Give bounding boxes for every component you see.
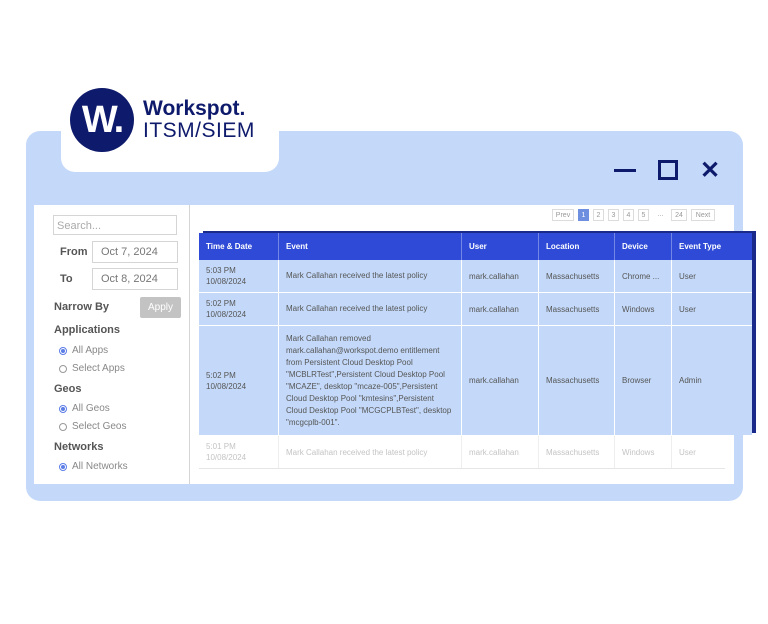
radio-all-geos[interactable]: All Geos [59,403,110,414]
event-cell: Mark Callahan received the latest policy [279,293,462,325]
event-type-cell: User [679,447,696,457]
radio-all-networks[interactable]: All Networks [59,461,128,472]
table-row[interactable]: 5:01 PM 10/08/2024 Mark Callahan received… [199,436,725,469]
radio-selected-icon [59,346,67,355]
pager-next[interactable]: Next [691,209,715,221]
user-cell: mark.callahan [462,260,539,292]
radio-empty-icon [59,422,67,431]
device-cell: Windows [615,436,672,468]
pager-page-2[interactable]: 2 [593,209,604,221]
location-cell: Massachusetts [539,436,615,468]
event-type-cell: Admin [679,376,702,385]
brand-name: Workspot. [143,97,246,120]
table-row[interactable]: 5:02 PM 10/08/2024 Mark Callahan received… [199,293,752,326]
col-time-date[interactable]: Time & Date [199,233,279,260]
device-cell: Windows [615,293,672,325]
col-event[interactable]: Event [279,233,462,260]
time-cell: 5:01 PM 10/08/2024 [199,436,279,468]
pager-page-1[interactable]: 1 [578,209,589,221]
pager-page-5[interactable]: 5 [638,209,649,221]
networks-heading: Networks [54,441,104,453]
workspot-logo: W. [70,88,134,152]
col-user[interactable]: User [462,233,539,260]
event-type-cell: User [679,271,696,281]
narrow-by-label: Narrow By [54,301,110,313]
col-location[interactable]: Location [539,233,615,260]
radio-empty-icon [59,364,67,373]
event-cell: Mark Callahan received the latest policy [279,436,462,468]
pager-ellipsis: ... [657,211,664,218]
to-label: To [60,273,73,285]
geos-heading: Geos [54,383,82,395]
apply-button[interactable]: Apply [140,297,181,318]
event-cell: Mark Callahan removed mark.callahan@work… [279,326,462,435]
radio-select-apps[interactable]: Select Apps [59,363,125,374]
time-cell: 5:02 PM 10/08/2024 [199,326,279,435]
table-header: Time & Date Event User Location Device E… [199,233,752,260]
maximize-icon[interactable] [656,158,680,182]
pager-page-4[interactable]: 4 [623,209,634,221]
col-device[interactable]: Device [615,233,672,260]
user-cell: mark.callahan [462,293,539,325]
search-input[interactable]: Search... [53,215,177,235]
location-cell: Massachusetts [539,293,615,325]
radio-selected-icon [59,462,67,471]
event-type-cell: User [679,304,696,314]
pager-prev[interactable]: Prev [552,209,574,221]
from-date-field[interactable]: Oct 7, 2024 [92,241,178,263]
table-row[interactable]: 5:02 PM 10/08/2024 Mark Callahan removed … [199,326,752,435]
close-icon[interactable]: ✕ [698,157,722,184]
time-cell: 5:03 PM 10/08/2024 [199,260,279,292]
to-date-field[interactable]: Oct 8, 2024 [92,268,178,290]
minimize-icon[interactable] [613,158,637,182]
applications-heading: Applications [54,324,121,336]
radio-selected-icon [59,404,67,413]
pager-page-24[interactable]: 24 [671,209,687,221]
device-cell: Chrome ... [615,260,672,292]
location-cell: Massachusetts [539,326,615,435]
user-cell: mark.callahan [462,436,539,468]
event-cell: Mark Callahan received the latest policy [279,260,462,292]
col-event-type[interactable]: Event Type [672,233,752,260]
radio-select-geos[interactable]: Select Geos [59,421,126,432]
location-cell: Massachusetts [539,260,615,292]
radio-all-apps[interactable]: All Apps [59,345,108,356]
product-name: ITSM/SIEM [143,119,255,142]
table-body: 5:03 PM 10/08/2024 Mark Callahan received… [199,260,752,435]
pager-page-3[interactable]: 3 [608,209,619,221]
from-label: From [60,246,88,258]
device-cell: Browser [615,326,672,435]
user-cell: mark.callahan [462,326,539,435]
time-cell: 5:02 PM 10/08/2024 [199,293,279,325]
table-row[interactable]: 5:03 PM 10/08/2024 Mark Callahan received… [199,260,752,293]
